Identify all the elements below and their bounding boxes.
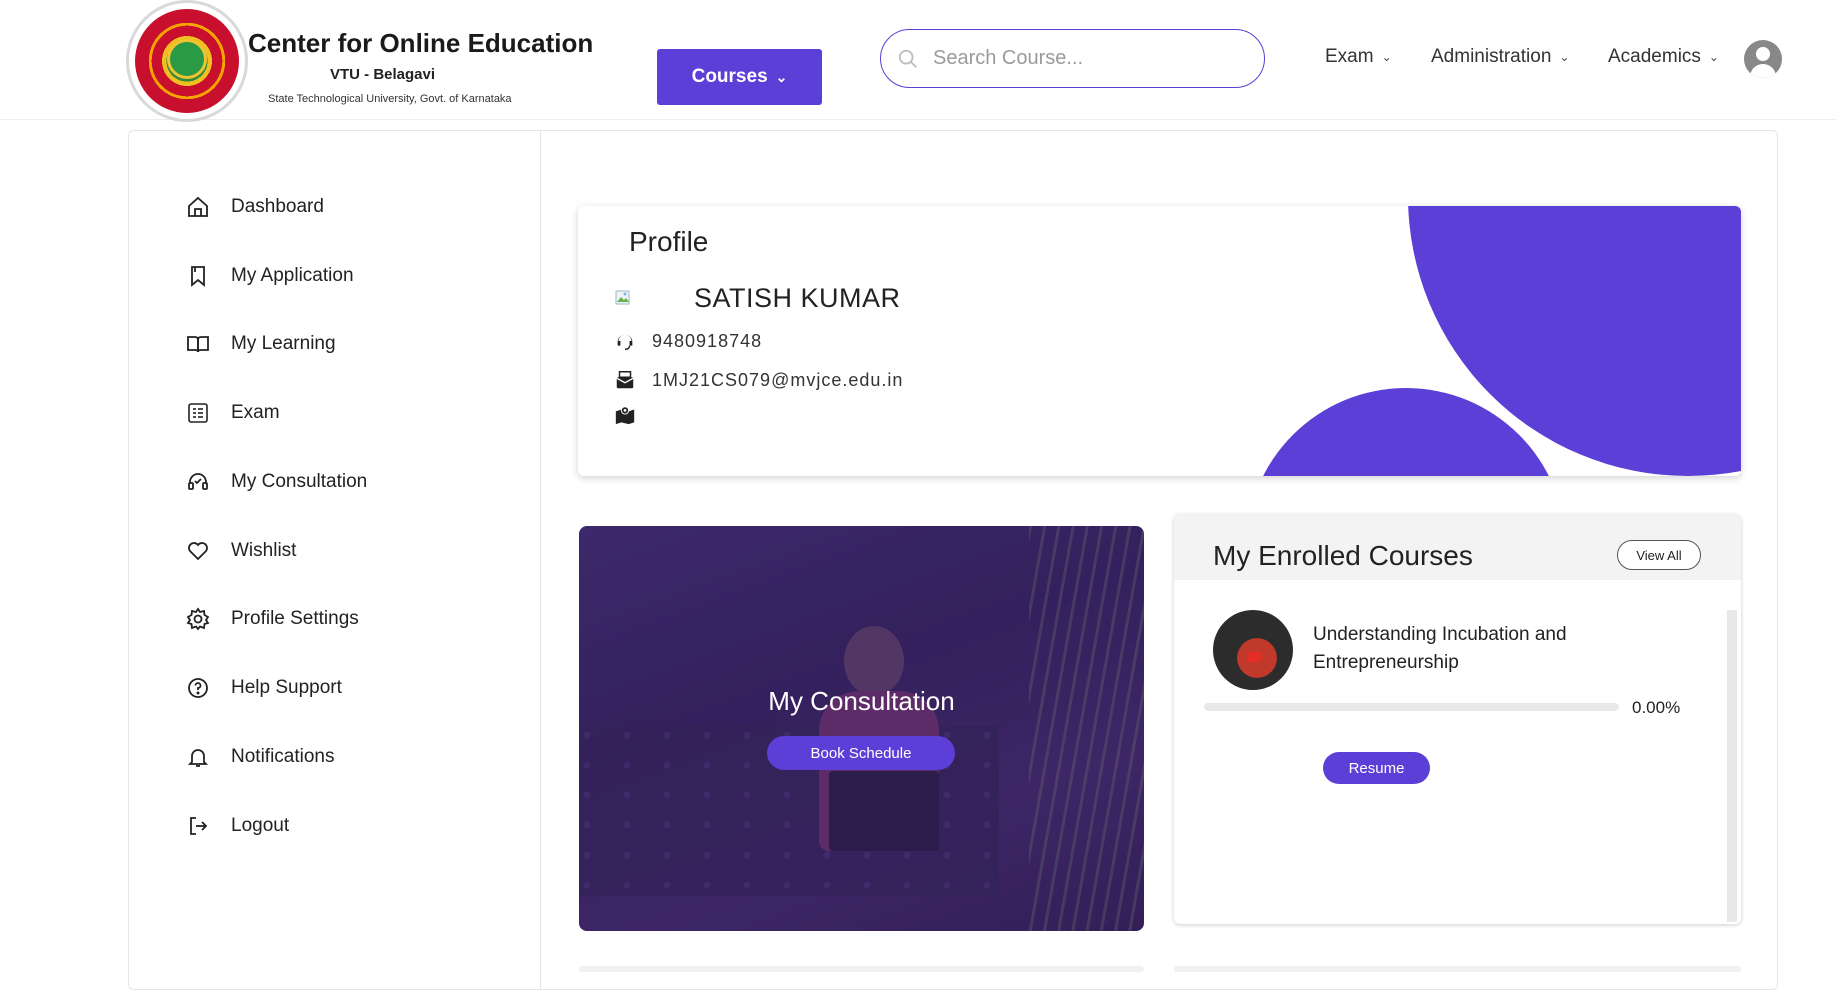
home-icon: [188, 196, 208, 217]
user-avatar[interactable]: [1744, 40, 1782, 78]
sidebar-item-help-support[interactable]: Help Support: [185, 675, 342, 701]
sidebar-item-my-learning[interactable]: My Learning: [185, 331, 336, 357]
sidebar-item-label: Profile Settings: [231, 608, 359, 629]
search-icon: [898, 49, 917, 68]
sidebar-item-label: Exam: [231, 402, 280, 423]
courses-button-label: Courses: [691, 66, 768, 87]
nav-academics-label: Academics: [1608, 46, 1701, 67]
bell-icon: [187, 749, 209, 767]
sidebar-item-label: My Learning: [231, 333, 336, 354]
nav-administration[interactable]: Administration ⌄: [1431, 46, 1569, 68]
profile-phone-row: 9480918748: [614, 330, 762, 352]
avatar-body: [1750, 64, 1776, 78]
course-progress-bar: [1204, 703, 1619, 711]
profile-photo-icon: [615, 290, 630, 305]
book-schedule-button[interactable]: Book Schedule: [767, 736, 955, 770]
sidebar-item-label: Dashboard: [231, 196, 324, 217]
sidebar-item-notifications[interactable]: Notifications: [185, 744, 335, 770]
mail-box-icon: [616, 371, 634, 389]
bookmark-icon: [191, 266, 205, 287]
search-box[interactable]: [880, 29, 1265, 88]
search-input[interactable]: [933, 47, 1233, 70]
logout-icon: [190, 817, 208, 835]
sidebar-item-profile-settings[interactable]: Profile Settings: [185, 606, 359, 632]
consultation-title: My Consultation: [768, 686, 955, 716]
play-icon: [1247, 652, 1261, 662]
course-name[interactable]: Understanding Incubation and Entrepreneu…: [1313, 621, 1593, 677]
brand-tagline: State Technological University, Govt. of…: [268, 93, 512, 105]
purple-overlay: [579, 526, 1144, 931]
sidebar-item-wishlist[interactable]: Wishlist: [185, 538, 296, 564]
gear-icon: [186, 607, 210, 631]
enrolled-courses-card: My Enrolled Courses View All Understandi…: [1174, 514, 1741, 924]
book-open-icon: [187, 336, 209, 353]
sidebar-item-label: My Application: [231, 265, 354, 286]
resume-button[interactable]: Resume: [1323, 752, 1430, 784]
profile-card: Profile SATISH KUMAR 9480918748 1MJ21CS0…: [578, 206, 1741, 476]
logo-emblem-center: [167, 39, 207, 79]
course-progress-text: 0.00%: [1632, 698, 1681, 717]
sidebar-item-my-application[interactable]: My Application: [185, 263, 354, 289]
brand-title: Center for Online Education: [248, 28, 594, 58]
exam-icon: [188, 403, 208, 423]
sidebar-item-label: My Consultation: [231, 471, 368, 492]
view-all-button[interactable]: View All: [1617, 540, 1701, 570]
sidebar-item-logout[interactable]: Logout: [185, 813, 289, 839]
enrolled-courses-title: My Enrolled Courses: [1213, 540, 1473, 571]
profile-phone: 9480918748: [652, 330, 763, 351]
sidebar-item-label: Notifications: [231, 746, 335, 767]
map-icon: [615, 406, 635, 425]
sidebar-item-dashboard[interactable]: Dashboard: [185, 194, 324, 220]
chevron-down-icon: ⌄: [1381, 50, 1392, 64]
chevron-down-icon: ⌄: [775, 68, 788, 85]
next-card-edge: [1174, 966, 1741, 972]
top-header: Center for Online Education VTU - Belaga…: [0, 0, 1836, 122]
sidebar-item-label: Help Support: [231, 677, 342, 698]
scrollbar[interactable]: [1727, 610, 1737, 922]
sidebar-item-my-consultation[interactable]: My Consultation: [185, 469, 367, 495]
avatar-head: [1756, 47, 1770, 61]
nav-exam-label: Exam: [1325, 46, 1374, 67]
chevron-down-icon: ⌄: [1708, 50, 1719, 64]
chevron-down-icon: ⌄: [1559, 50, 1570, 64]
profile-email: 1MJ21CS079@mvjce.edu.in: [652, 369, 904, 390]
nav-academics[interactable]: Academics ⌄: [1608, 46, 1719, 68]
profile-email-row: 1MJ21CS079@mvjce.edu.in: [614, 369, 903, 391]
profile-title: Profile: [629, 226, 709, 257]
next-card-edge: [579, 966, 1144, 972]
brand-subtitle: VTU - Belagavi: [330, 66, 436, 83]
course-thumbnail[interactable]: [1213, 610, 1293, 690]
heart-icon: [188, 542, 208, 561]
sidebar-item-label: Wishlist: [231, 540, 297, 561]
nav-administration-label: Administration: [1431, 46, 1552, 67]
vtu-logo[interactable]: [126, 0, 248, 122]
profile-name: SATISH KUMAR: [694, 283, 901, 313]
sidebar-item-exam[interactable]: Exam: [185, 400, 280, 426]
profile-address-row: [614, 404, 652, 426]
nav-exam[interactable]: Exam ⌄: [1325, 46, 1392, 68]
sidebar-item-label: Logout: [231, 815, 290, 836]
help-icon: [188, 678, 208, 698]
headset-icon: [617, 334, 633, 350]
headset-icon: [188, 473, 208, 490]
courses-dropdown-button[interactable]: Courses ⌄: [657, 49, 822, 105]
consultation-card: My Consultation Book Schedule: [579, 526, 1144, 931]
